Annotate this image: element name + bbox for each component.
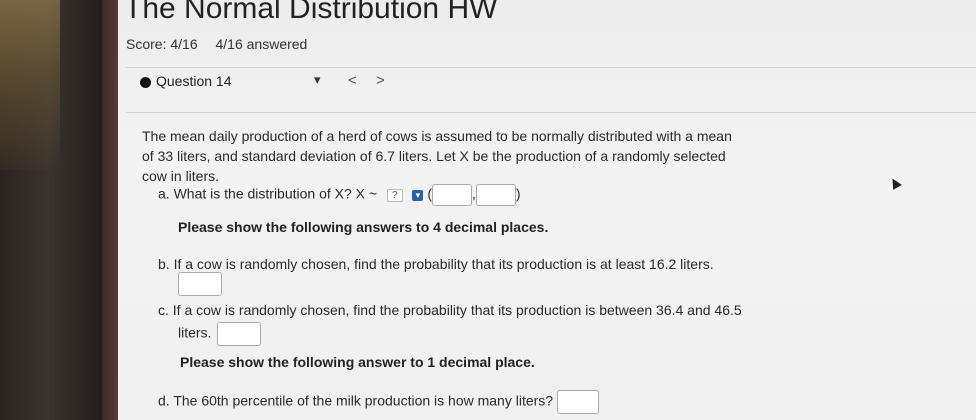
part-c-text2: liters. [178,324,212,341]
answer-b-input[interactable] [178,272,222,296]
mouse-cursor-icon [888,176,902,190]
part-d-text: The 60th percentile of the milk producti… [173,392,554,409]
part-c-line2: liters. [178,322,262,346]
distribution-select[interactable]: ? [386,188,403,202]
part-d: d. The 60th percentile of the milk produ… [158,390,599,414]
next-question-button[interactable]: > [376,72,385,89]
score-line: Score: 4/16 4/16 answered [126,36,321,52]
question-text: The mean daily production of a herd of c… [142,128,732,184]
part-d-label: d. [158,392,170,409]
status-dot-icon [140,77,151,88]
part-c-label: c. [158,302,169,318]
divider [126,67,976,68]
close-paren: ) [515,185,521,202]
part-a-label: a. [158,185,170,202]
part-b-text: If a cow is randomly chosen, find the pr… [173,256,714,272]
part-b-label: b. [158,256,170,272]
caret-down-icon[interactable]: ▾ [314,72,321,88]
mean-input[interactable] [431,184,472,206]
screen: The Normal Distribution HW Score: 4/16 4… [118,0,976,420]
part-c: c. If a cow is randomly chosen, find the… [158,302,742,318]
part-b: b. If a cow is randomly chosen, find the… [158,256,714,272]
monitor-bezel [0,0,118,420]
answer-d-input[interactable] [556,390,599,414]
prev-question-button[interactable]: < [348,72,357,89]
answer-c-input[interactable] [217,322,262,346]
sd-input[interactable] [475,184,516,206]
score-text: Score: 4/16 [126,36,198,52]
question-selector[interactable]: Question 14 ▾ < > [140,70,440,96]
instruction-4-decimals: Please show the following answers to 4 d… [178,219,549,235]
select-toggle-icon[interactable]: ▾ [412,189,424,201]
part-a: a. What is the distribution of X? X ~ ? … [158,184,521,206]
instruction-1-decimal: Please show the following answer to 1 de… [180,354,535,370]
question-label: Question 14 [156,73,232,89]
part-c-text: If a cow is randomly chosen, find the pr… [172,302,742,318]
divider [126,112,976,113]
part-a-text: What is the distribution of X? X ~ [173,185,378,202]
answered-text: 4/16 answered [215,36,308,52]
page-title: The Normal Distribution HW [124,0,498,25]
